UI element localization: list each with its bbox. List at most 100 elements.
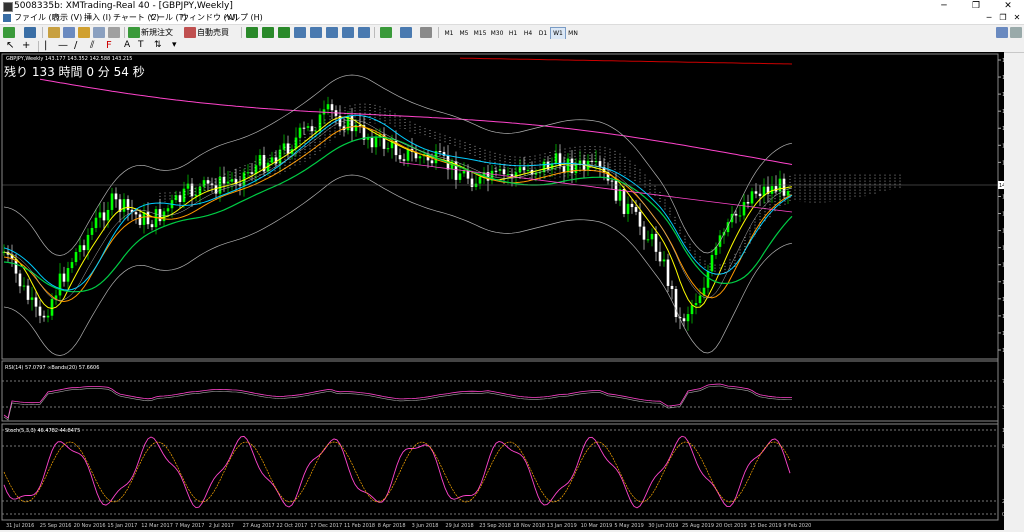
auto-trading-button[interactable]: 自動売買 xyxy=(197,27,229,38)
candle-body xyxy=(682,318,686,322)
stoch-level-label: 0 xyxy=(1002,512,1004,518)
candle-body xyxy=(286,143,290,154)
candle-body xyxy=(70,262,74,269)
price-label: 137.480 xyxy=(1002,229,1004,235)
chart-shift-icon[interactable] xyxy=(342,27,354,38)
price-label: 131.420 xyxy=(1002,280,1004,286)
candle-body xyxy=(30,297,34,300)
date-label: 20 Oct 2019 xyxy=(716,523,747,529)
candle-body xyxy=(150,224,154,228)
candle-body xyxy=(34,297,38,307)
date-label: 17 Dec 2017 xyxy=(310,523,342,529)
candle-body xyxy=(470,178,474,187)
candle-body xyxy=(742,202,746,216)
candle-body xyxy=(74,252,78,263)
child-minimize-button[interactable]: ─ xyxy=(982,12,996,24)
candle-body xyxy=(650,233,654,240)
tester-icon[interactable] xyxy=(108,27,120,38)
candle-body xyxy=(230,179,234,182)
date-label: 7 May 2017 xyxy=(175,523,204,529)
new-chart-icon[interactable] xyxy=(3,27,15,38)
child-restore-button[interactable]: ❐ xyxy=(996,12,1010,24)
candle-body xyxy=(690,305,694,315)
price-label: 141.560 xyxy=(1002,194,1004,200)
periods-icon[interactable] xyxy=(400,27,412,38)
candle-body xyxy=(138,214,142,225)
shapes-icon[interactable]: ▾ xyxy=(172,40,184,51)
candle-body xyxy=(590,160,594,162)
price-label: 129.400 xyxy=(1002,297,1004,303)
candle-body xyxy=(558,153,562,167)
price-label: 133.460 xyxy=(1002,263,1004,269)
vertical-line-icon[interactable]: | xyxy=(44,40,56,51)
zoom-out-icon[interactable] xyxy=(310,27,322,38)
text-icon[interactable]: A xyxy=(124,40,136,51)
candle-body xyxy=(102,212,106,221)
stoch-level-label: 80 xyxy=(1002,444,1004,450)
terminal-icon[interactable] xyxy=(93,27,105,38)
arrows-icon[interactable]: ⇅ xyxy=(154,40,166,51)
candle-body xyxy=(58,273,62,296)
auto-trading-icon[interactable] xyxy=(184,27,196,38)
child-close-button[interactable]: ✕ xyxy=(1010,12,1024,24)
menu-bar: ファイル (F) 表示 (V) 挿入 (I) チャート (C) ツール (T) … xyxy=(0,12,1024,24)
standard-toolbar: 新規注文 自動売買 M1 M5 M15 M30 H1 H4 D1 W1 MN xyxy=(0,24,1024,40)
price-label: 123.380 xyxy=(1002,348,1004,354)
cursor-icon[interactable]: ↖ xyxy=(6,40,18,51)
menu-insert[interactable]: 挿入 (I) xyxy=(84,12,111,24)
candlestick-icon[interactable] xyxy=(262,27,274,38)
new-order-button[interactable]: 新規注文 xyxy=(141,27,173,38)
line-chart-icon[interactable] xyxy=(278,27,290,38)
bar-chart-icon[interactable] xyxy=(246,27,258,38)
date-label: 9 Feb 2020 xyxy=(783,523,811,529)
templates-icon[interactable] xyxy=(420,27,432,38)
candle-body xyxy=(626,203,630,214)
date-label: 15 Jan 2017 xyxy=(107,523,137,529)
navigator-icon[interactable] xyxy=(78,27,90,38)
candle-body xyxy=(670,285,674,289)
stoch-level-label: 20 xyxy=(1002,499,1004,505)
date-label: 18 Nov 2018 xyxy=(513,523,545,529)
candle-body xyxy=(526,169,530,171)
menu-view[interactable]: 表示 (V) xyxy=(52,12,82,24)
candle-body xyxy=(458,173,462,180)
equidistant-channel-icon[interactable]: ⫽ xyxy=(90,40,102,51)
search-icon[interactable] xyxy=(996,27,1008,38)
date-label: 20 Nov 2016 xyxy=(74,523,106,529)
candle-body xyxy=(398,155,402,160)
menu-help[interactable]: ヘルプ (H) xyxy=(224,12,263,24)
candle-body xyxy=(42,315,46,318)
data-window-icon[interactable] xyxy=(63,27,75,38)
price-label: 135.500 xyxy=(1002,246,1004,252)
close-button[interactable]: ✕ xyxy=(992,0,1024,12)
trendline-icon[interactable]: / xyxy=(74,40,86,51)
indicators-icon[interactable] xyxy=(380,27,392,38)
price-label: 125.360 xyxy=(1002,331,1004,337)
autoscroll-icon[interactable] xyxy=(358,27,370,38)
profiles-icon[interactable] xyxy=(24,27,36,38)
community-icon[interactable] xyxy=(1010,27,1022,38)
symbol-info: GBPJPY,Weekly 143.177 143.352 142.588 14… xyxy=(6,56,132,62)
zoom-in-icon[interactable] xyxy=(294,27,306,38)
label-icon[interactable]: T xyxy=(138,40,150,51)
candle-body xyxy=(26,285,30,300)
rsi-label: RSI(14) 57.0797 ∞Bands(20) 57.6606 xyxy=(5,365,99,371)
price-label: 153.660 xyxy=(1002,92,1004,98)
tile-windows-icon[interactable] xyxy=(326,27,338,38)
maximize-button[interactable]: ❐ xyxy=(960,0,992,12)
crosshair-icon[interactable]: + xyxy=(22,40,34,51)
candle-body xyxy=(750,191,754,204)
candle-body xyxy=(630,203,634,208)
chart-area[interactable]: 157.700 155.680 153.660 151.640 149.600 147.6… xyxy=(0,52,1004,530)
candle-body xyxy=(298,127,302,138)
market-watch-icon[interactable] xyxy=(48,27,60,38)
candle-body xyxy=(694,303,698,306)
horizontal-line-icon[interactable]: — xyxy=(58,40,70,51)
window-title: 5008335b: XMTrading-Real 40 - [GBPJPY,We… xyxy=(14,1,233,11)
date-label: 29 Jul 2018 xyxy=(445,523,473,529)
price-label: 149.600 xyxy=(1002,126,1004,132)
price-label: 157.700 xyxy=(1002,58,1004,64)
minimize-button[interactable]: ─ xyxy=(928,0,960,12)
fibonacci-icon[interactable]: F xyxy=(106,40,118,51)
new-order-icon[interactable] xyxy=(128,27,140,38)
